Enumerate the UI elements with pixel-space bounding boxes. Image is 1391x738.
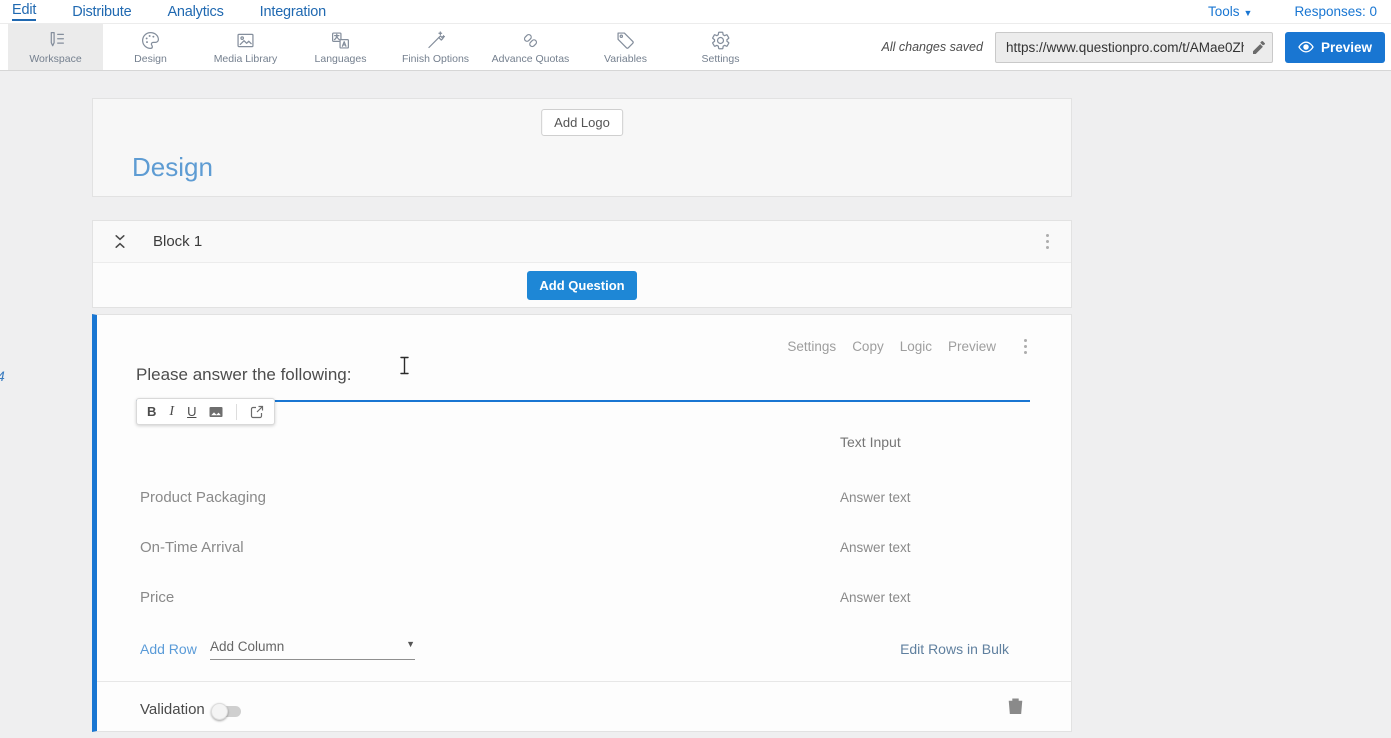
survey-url-input[interactable] xyxy=(995,32,1273,63)
responses-count[interactable]: Responses: 0 xyxy=(1294,4,1377,19)
external-link-button[interactable] xyxy=(250,405,264,419)
toolbar-item-design[interactable]: Design xyxy=(103,24,198,70)
toolbar-item-languages[interactable]: Languages xyxy=(293,24,388,70)
toolbar-item-advance-quotas[interactable]: Advance Quotas xyxy=(483,24,578,70)
row-label-product-packaging[interactable]: Product Packaging xyxy=(140,489,266,506)
toolbar-item-variables[interactable]: Variables xyxy=(578,24,673,70)
underline-button[interactable]: U xyxy=(187,404,196,419)
add-question-button[interactable]: Add Question xyxy=(527,271,636,300)
question-preview-link[interactable]: Preview xyxy=(948,339,996,354)
trash-icon[interactable] xyxy=(1008,697,1023,714)
icon-toolbar: Workspace Design Media Library Languages xyxy=(0,23,1391,71)
image-icon xyxy=(235,30,256,51)
toolbar-item-label: Media Library xyxy=(214,53,278,65)
text-cursor xyxy=(399,356,410,375)
toolbar-item-label: Design xyxy=(134,53,167,65)
chain-icon xyxy=(520,30,541,51)
nav-item-integration[interactable]: Integration xyxy=(260,4,326,20)
tag-icon xyxy=(615,30,636,51)
validation-toggle[interactable] xyxy=(213,706,241,717)
question-copy-link[interactable]: Copy xyxy=(852,339,884,354)
divider xyxy=(97,681,1071,682)
row-answer-placeholder[interactable]: Answer text xyxy=(840,590,911,605)
question-settings-link[interactable]: Settings xyxy=(787,339,836,354)
question-logic-link[interactable]: Logic xyxy=(900,339,932,354)
save-status: All changes saved xyxy=(882,40,983,54)
add-row-link[interactable]: Add Row xyxy=(140,641,197,657)
wand-icon xyxy=(425,30,446,51)
survey-url-wrap xyxy=(995,32,1273,63)
add-column-select[interactable]: Add Column ▼ xyxy=(210,639,415,660)
collapse-icon[interactable] xyxy=(113,234,127,249)
chevron-down-icon: ▼ xyxy=(406,639,415,654)
toolbar-item-label: Advance Quotas xyxy=(492,53,570,65)
chevron-down-icon: ▼ xyxy=(1244,8,1253,18)
validation-label: Validation xyxy=(140,701,205,718)
nav-item-analytics[interactable]: Analytics xyxy=(167,4,223,20)
survey-editor-content: Add Logo Design Block 1 Add Question Set… xyxy=(92,98,1072,732)
block-card: Block 1 Add Question xyxy=(92,220,1072,308)
toolbar-right: All changes saved Preview xyxy=(882,24,1391,70)
toolbar-item-finish-options[interactable]: Finish Options xyxy=(388,24,483,70)
tools-menu[interactable]: Tools▼ xyxy=(1208,4,1252,19)
italic-button[interactable]: I xyxy=(169,404,174,420)
toolbar-item-label: Variables xyxy=(604,53,647,65)
block-title[interactable]: Block 1 xyxy=(153,233,202,250)
preview-button[interactable]: Preview xyxy=(1285,32,1385,63)
toolbar-item-workspace[interactable]: Workspace xyxy=(8,24,103,70)
survey-title[interactable]: Design xyxy=(132,152,213,183)
eye-icon xyxy=(1298,39,1314,55)
add-question-row: Add Question xyxy=(93,263,1071,307)
row-answer-placeholder[interactable]: Answer text xyxy=(840,540,911,555)
toolbar-item-label: Workspace xyxy=(29,53,81,65)
question-menu: Settings Copy Logic Preview xyxy=(787,335,1031,358)
preview-button-label: Preview xyxy=(1321,40,1372,55)
toolbar-item-label: Finish Options xyxy=(402,53,469,65)
insert-image-button[interactable] xyxy=(209,405,223,419)
palette-icon xyxy=(140,30,161,51)
edit-rows-in-bulk-link[interactable]: Edit Rows in Bulk xyxy=(900,641,1009,657)
nav-item-edit[interactable]: Edit xyxy=(12,2,36,21)
top-nav: Edit Distribute Analytics Integration To… xyxy=(0,0,1391,23)
block-header: Block 1 xyxy=(93,221,1071,263)
toolbar-divider xyxy=(236,404,237,420)
toolbar-item-media-library[interactable]: Media Library xyxy=(198,24,293,70)
question-card: Settings Copy Logic Preview Please answe… xyxy=(92,314,1072,732)
question-title-input[interactable]: Please answer the following: xyxy=(136,365,1030,402)
toolbar-item-settings[interactable]: Settings xyxy=(673,24,768,70)
nav-links: Edit Distribute Analytics Integration xyxy=(12,2,326,21)
question-kebab-menu[interactable] xyxy=(1020,335,1031,358)
edit-pencil-icon[interactable] xyxy=(1251,40,1265,54)
design-header-card: Add Logo Design xyxy=(92,98,1072,197)
add-logo-button[interactable]: Add Logo xyxy=(541,109,623,136)
left-edge-artifact: 4 xyxy=(0,368,5,384)
row-answer-placeholder[interactable]: Answer text xyxy=(840,490,911,505)
column-header-text-input: Text Input xyxy=(840,434,901,450)
toolbar-item-label: Settings xyxy=(702,53,740,65)
row-label-price[interactable]: Price xyxy=(140,589,174,606)
nav-right: Tools▼ Responses: 0 xyxy=(1208,4,1377,19)
workspace-icon xyxy=(45,30,66,51)
block-kebab-menu[interactable] xyxy=(1042,230,1053,253)
nav-item-distribute[interactable]: Distribute xyxy=(72,4,131,20)
bold-button[interactable]: B xyxy=(147,404,156,419)
add-column-label: Add Column xyxy=(210,639,284,654)
row-label-on-time-arrival[interactable]: On-Time Arrival xyxy=(140,539,244,556)
translate-icon xyxy=(330,30,351,51)
gear-icon xyxy=(710,30,731,51)
formatting-toolbar: B I U xyxy=(136,398,275,425)
toolbar-item-label: Languages xyxy=(315,53,367,65)
